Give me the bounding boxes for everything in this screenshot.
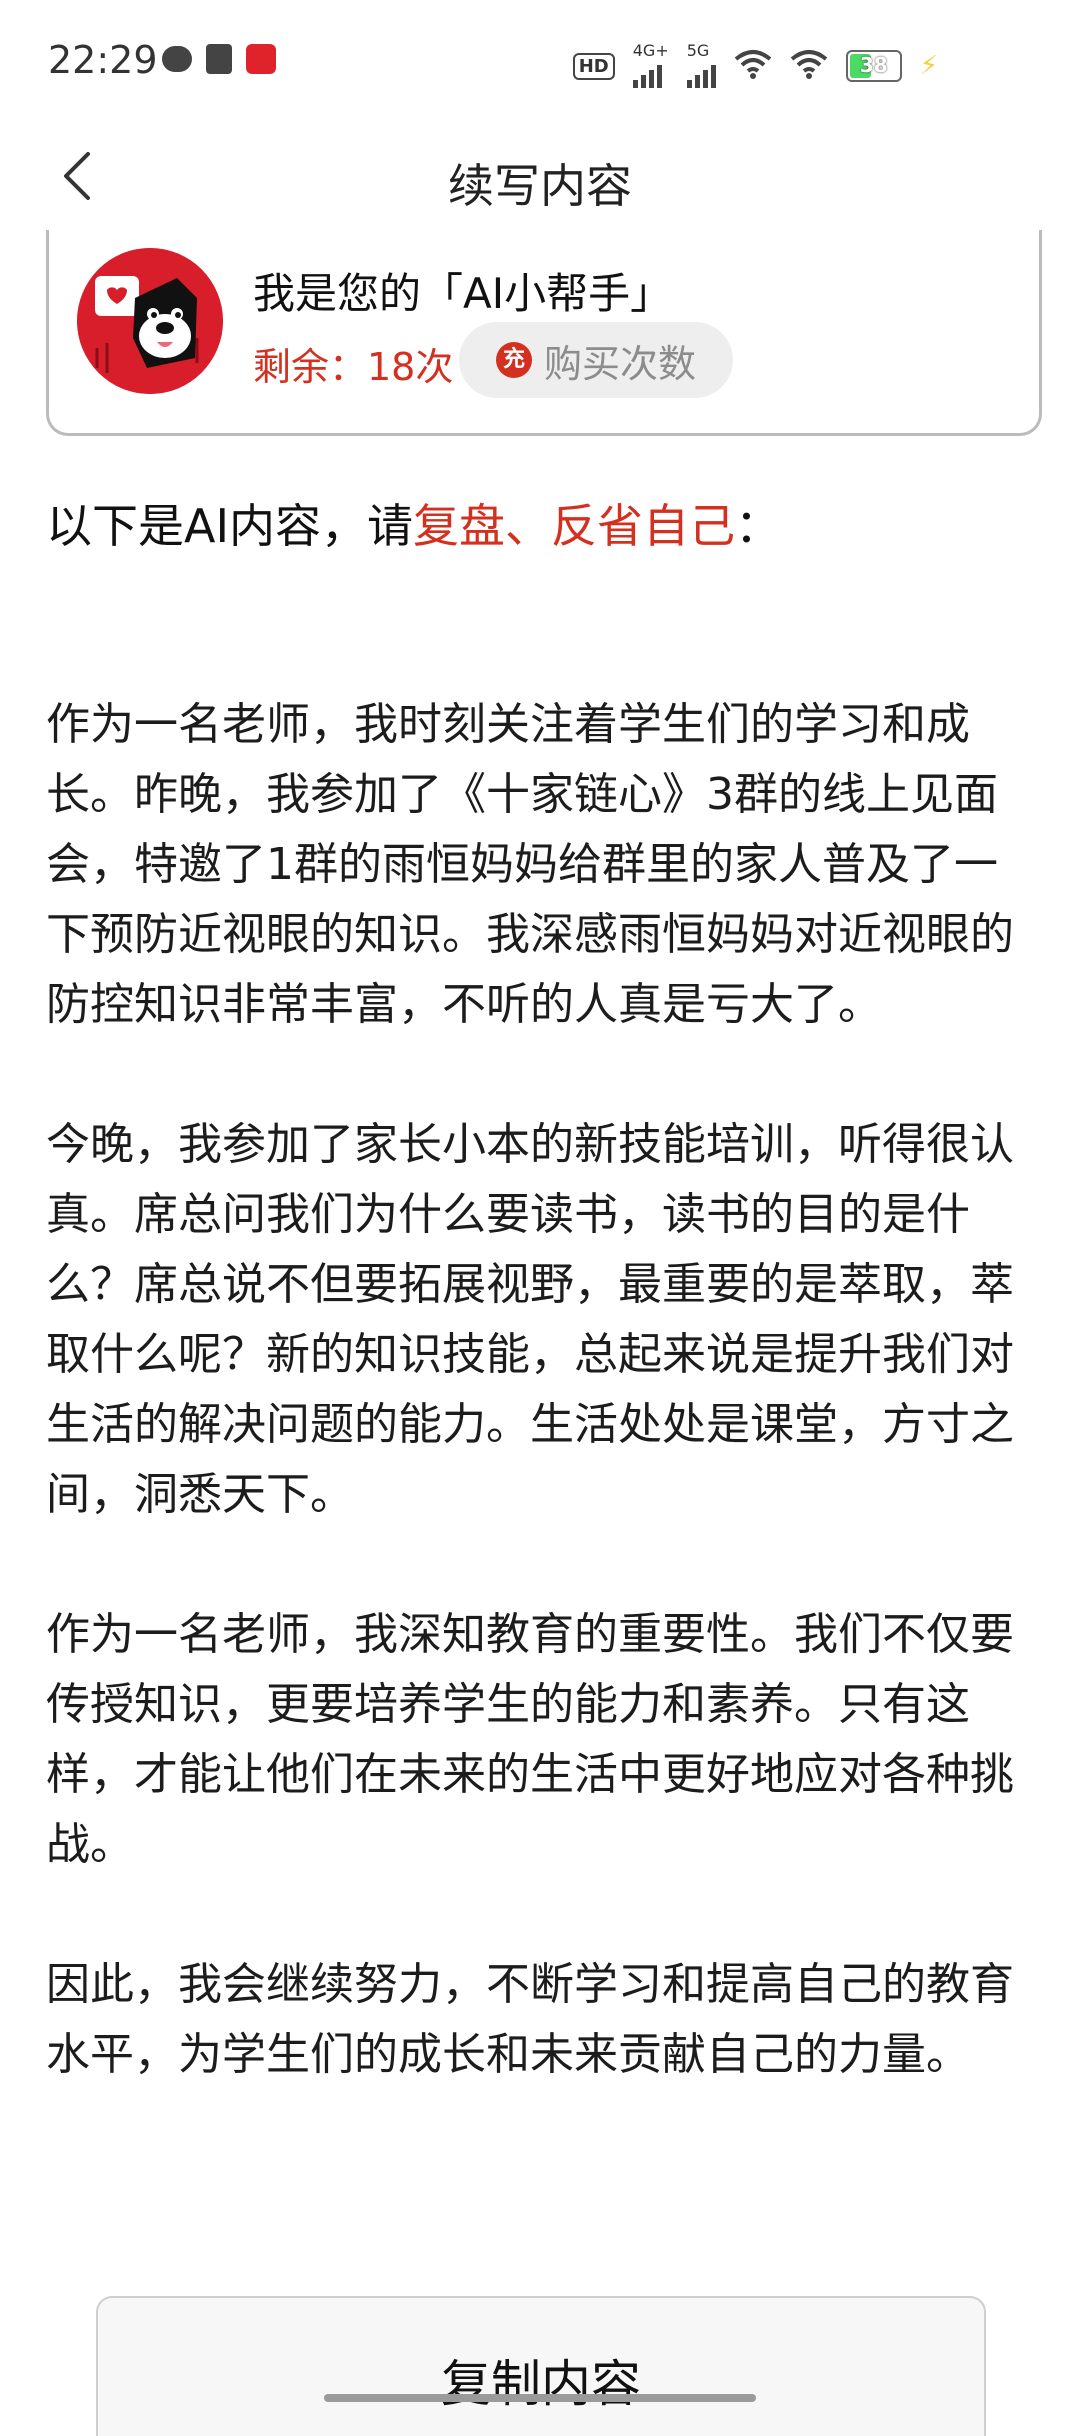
content-paragraph: 今晚，我参加了家长小本的新技能培训，听得很认真。席总问我们为什么要读书，读书的目… (46, 1119, 1014, 1520)
charging-icon: ⚡ (919, 51, 938, 81)
ai-content: 作为一名老师，我时刻关注着学生们的学习和成长。昨晚，我参加了《十家链心》3群的线… (46, 690, 1036, 2160)
nav-header: 续写内容 (0, 120, 1080, 240)
intro-prefix: 以下是AI内容，请 (46, 499, 414, 553)
page-title: 续写内容 (448, 159, 632, 213)
intro-highlight: 复盘、反省自己 (413, 499, 736, 553)
assistant-title: 我是您的「AI小帮手」 (253, 269, 673, 318)
hd-icon: HD (572, 52, 615, 80)
battery-level: 38 (859, 53, 888, 77)
buy-count-label: 购买次数 (543, 341, 696, 386)
intro-suffix: ： (735, 499, 782, 553)
system-icons: HD 4G+ 5G 38 ⚡ (572, 41, 938, 88)
database-icon (206, 44, 232, 74)
wechat-icon (162, 46, 192, 72)
copy-content-label: 复制内容 (441, 2355, 641, 2413)
recharge-icon: 充 (495, 342, 532, 378)
wifi-icon (790, 49, 828, 84)
notification-icons (162, 44, 276, 74)
status-bar: 22:29 HD 4G+ 5G 38 ⚡ (0, 0, 1080, 120)
copy-content-button[interactable]: 复制内容 (96, 2296, 986, 2436)
content-paragraph: 作为一名老师，我深知教育的重要性。我们不仅要传授知识，更要培养学生的能力和素养。… (46, 1609, 1014, 1870)
remaining-count: 剩余：18次 (253, 345, 454, 389)
buy-count-button[interactable]: 充 购买次数 (459, 322, 733, 398)
parent-app-icon (246, 44, 276, 74)
net-5g-label: 5G (686, 41, 710, 60)
content-paragraph: 作为一名老师，我时刻关注着学生们的学习和成长。昨晚，我参加了《十家链心》3群的线… (46, 699, 1014, 1030)
home-indicator[interactable] (324, 2394, 756, 2402)
signal-5g-icon: 5G (686, 41, 716, 88)
ai-assistant-card: 我是您的「AI小帮手」 剩余：18次 充 购买次数 (46, 230, 1042, 436)
battery-icon: 38 (845, 50, 902, 82)
content-paragraph: 因此，我会继续努力，不断学习和提高自己的教育水平，为学生们的成长和未来贡献自己的… (46, 1959, 1014, 2080)
status-time: 22:29 (48, 38, 158, 82)
net-4g-label: 4G+ (632, 41, 669, 60)
content-intro: 以下是AI内容，请复盘、反省自己： (46, 490, 781, 556)
ai-assistant-avatar (77, 248, 223, 394)
hotspot-icon (734, 49, 772, 84)
signal-4g-icon: 4G+ (632, 41, 669, 88)
